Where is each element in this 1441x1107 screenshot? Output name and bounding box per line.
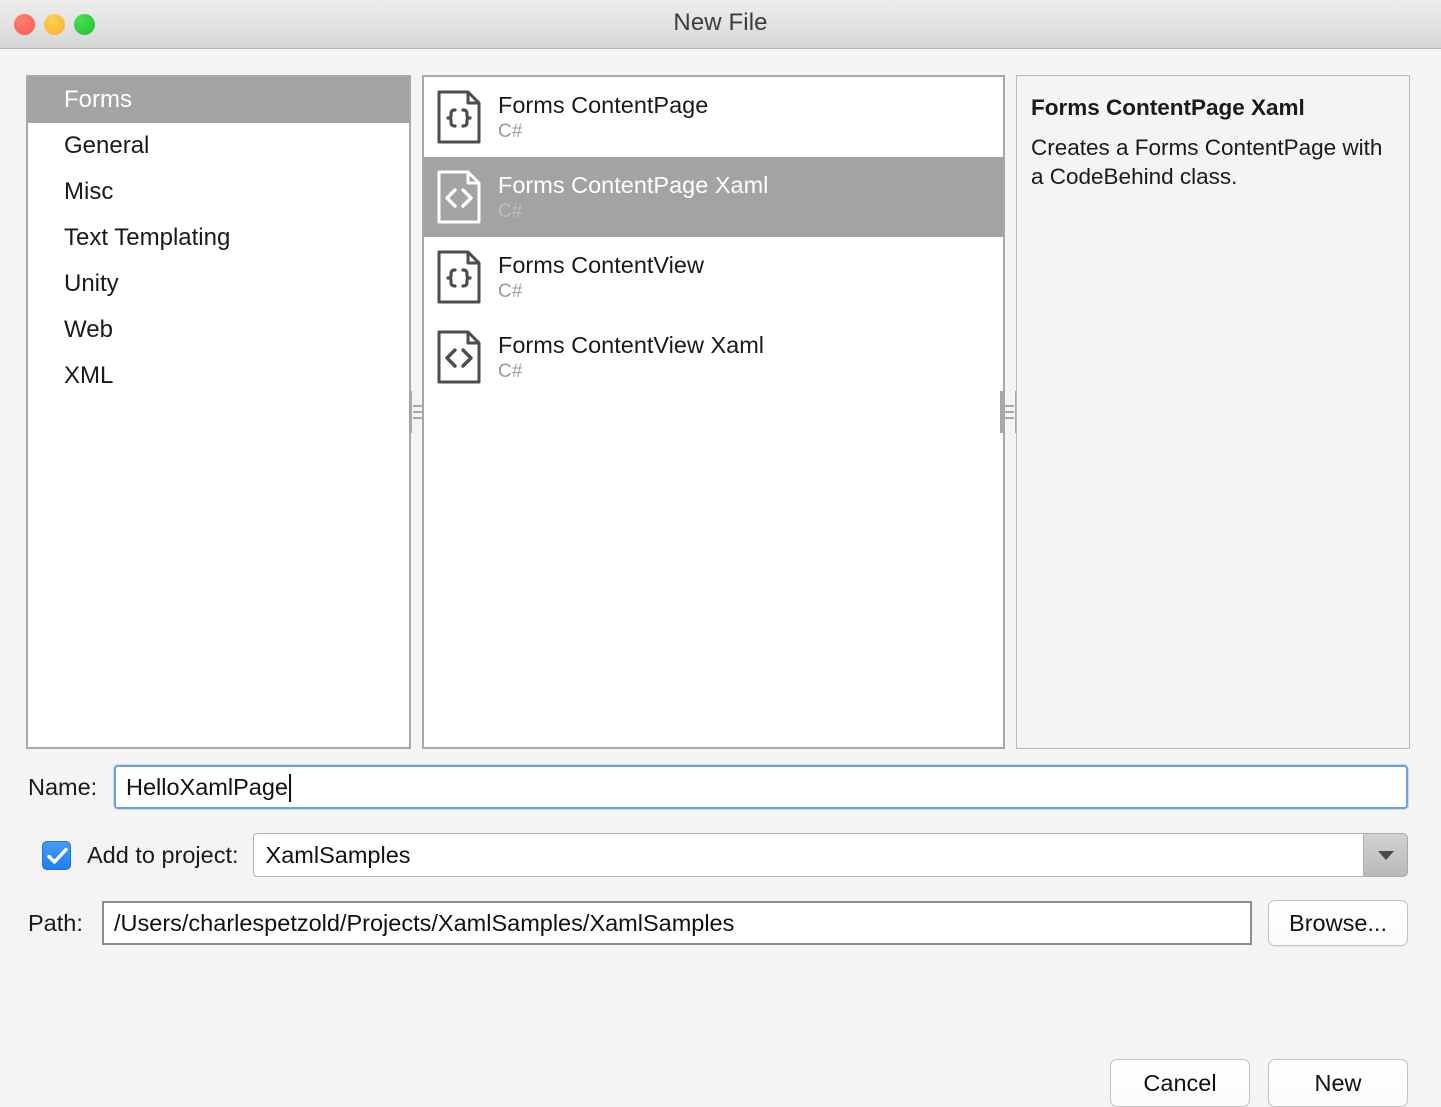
name-label: Name:	[28, 773, 98, 800]
splitter-grip-icon	[1004, 405, 1014, 419]
template-item-forms-contentview[interactable]: Forms ContentView C#	[424, 237, 1003, 317]
angle-brackets-document-icon	[436, 169, 482, 225]
category-item-label: Unity	[64, 270, 119, 297]
category-item-unity[interactable]: Unity	[28, 261, 409, 307]
category-item-forms[interactable]: Forms	[28, 77, 409, 123]
add-to-project-label: Add to project:	[87, 841, 239, 868]
project-select-dropdown-button[interactable]	[1364, 833, 1408, 877]
text-caret	[288, 774, 291, 802]
category-item-label: Web	[64, 316, 113, 343]
path-row: Path: /Users/charlespetzold/Projects/Xam…	[0, 897, 1441, 949]
description-title: Forms ContentPage Xaml	[1031, 95, 1305, 120]
project-select-field[interactable]: XamlSamples	[252, 833, 1364, 877]
name-input[interactable]: HelloXamlPage	[114, 765, 1408, 809]
template-description-panel: Forms ContentPage Xaml Creates a Forms C…	[1016, 75, 1410, 749]
template-item-forms-contentview-xaml[interactable]: Forms ContentView Xaml C#	[424, 317, 1003, 397]
new-button[interactable]: New	[1268, 1059, 1408, 1107]
template-item-title: Forms ContentView	[498, 251, 704, 278]
category-item-label: General	[64, 132, 150, 159]
template-item-title: Forms ContentPage	[498, 91, 709, 118]
new-file-dialog: New File Forms General Misc Text Templat…	[0, 0, 1441, 1107]
zoom-window-icon[interactable]	[74, 13, 95, 35]
category-item-label: Forms	[64, 86, 132, 113]
template-item-language: C#	[498, 200, 523, 222]
panels-area: Forms General Misc Text Templating Unity…	[0, 49, 1441, 749]
add-to-project-checkbox[interactable]	[42, 840, 71, 870]
splitter-bar	[409, 391, 412, 433]
category-item-web[interactable]: Web	[28, 307, 409, 353]
template-item-title: Forms ContentView Xaml	[498, 331, 764, 358]
braces-document-icon	[436, 89, 482, 145]
template-item-text: Forms ContentView C#	[498, 251, 704, 304]
minimize-window-icon[interactable]	[44, 13, 65, 35]
template-item-title: Forms ContentPage Xaml	[498, 171, 769, 198]
splitter-bar	[1000, 391, 1003, 433]
template-item-text: Forms ContentView Xaml C#	[498, 331, 764, 384]
template-item-language: C#	[498, 360, 523, 382]
path-input[interactable]: /Users/charlespetzold/Projects/XamlSampl…	[102, 901, 1253, 945]
category-item-general[interactable]: General	[28, 123, 409, 169]
template-item-text: Forms ContentPage Xaml C#	[498, 171, 768, 224]
dialog-footer: Cancel New	[1110, 1059, 1408, 1107]
path-input-value: /Users/charlespetzold/Projects/XamlSampl…	[114, 909, 735, 936]
angle-brackets-document-icon	[436, 329, 482, 385]
template-item-forms-contentpage-xaml[interactable]: Forms ContentPage Xaml C#	[424, 157, 1003, 237]
path-label: Path:	[28, 909, 83, 936]
add-to-project-row: Add to project: XamlSamples	[0, 829, 1441, 881]
category-item-label: Text Templating	[64, 224, 231, 251]
description-body: Creates a Forms ContentPage with a CodeB…	[1031, 135, 1383, 189]
category-item-text-templating[interactable]: Text Templating	[28, 215, 409, 261]
cancel-button[interactable]: Cancel	[1110, 1059, 1250, 1107]
browse-button[interactable]: Browse...	[1268, 900, 1408, 946]
category-item-misc[interactable]: Misc	[28, 169, 409, 215]
braces-document-icon	[436, 249, 482, 305]
chevron-down-icon	[1377, 850, 1394, 860]
traffic-light-controls	[14, 0, 95, 48]
window-title: New File	[673, 8, 768, 36]
template-item-forms-contentpage[interactable]: Forms ContentPage C#	[424, 77, 1003, 157]
window-titlebar: New File	[0, 0, 1441, 49]
dialog-form: Name: HelloXamlPage Add to project: Xaml…	[0, 761, 1441, 965]
template-item-language: C#	[498, 120, 523, 142]
template-list[interactable]: Forms ContentPage C# Forms ContentPage X…	[422, 75, 1005, 749]
project-select-value: XamlSamples	[265, 841, 411, 868]
checkmark-icon	[47, 847, 68, 864]
template-item-language: C#	[498, 280, 523, 302]
name-row: Name: HelloXamlPage	[0, 761, 1441, 813]
project-select[interactable]: XamlSamples	[252, 833, 1408, 877]
template-item-text: Forms ContentPage C#	[498, 91, 708, 144]
category-item-label: Misc	[64, 178, 114, 205]
category-item-xml[interactable]: XML	[28, 353, 409, 399]
close-window-icon[interactable]	[14, 13, 35, 35]
category-list[interactable]: Forms General Misc Text Templating Unity…	[26, 75, 411, 749]
name-input-value: HelloXamlPage	[126, 773, 288, 800]
category-item-label: XML	[64, 362, 114, 389]
